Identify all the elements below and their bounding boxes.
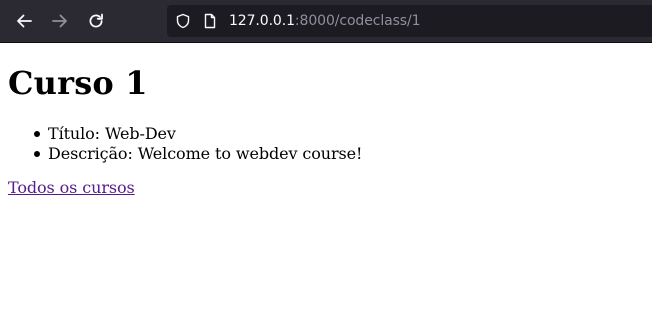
url-path: :8000/codeclass/1 [294,13,421,29]
all-courses-link[interactable]: Todos os cursos [8,178,135,197]
reload-icon[interactable] [84,9,108,33]
description-value: Welcome to webdev course! [137,144,363,163]
url-text[interactable]: 127.0.0.1:8000/codeclass/1 [229,5,421,37]
page-icon[interactable] [202,13,218,29]
list-item-title: Título: Web-Dev [34,124,644,144]
list-item-description: Descrição: Welcome to webdev course! [34,144,644,164]
browser-toolbar: 127.0.0.1:8000/codeclass/1 [0,0,652,43]
title-label: Título: [48,124,100,143]
url-bar[interactable]: 127.0.0.1:8000/codeclass/1 [167,5,652,37]
course-details-list: Título: Web-Dev Descrição: Welcome to we… [8,124,644,164]
shield-icon[interactable] [175,13,191,29]
url-host: 127.0.0.1 [229,13,295,29]
forward-arrow-icon[interactable] [48,9,72,33]
title-value: Web-Dev [104,124,176,143]
link-row: Todos os cursos [8,178,644,198]
description-label: Descrição: [48,144,133,163]
back-arrow-icon[interactable] [12,9,36,33]
page-title: Curso 1 [8,64,148,102]
page-content: Curso 1 Título: Web-Dev Descrição: Welco… [8,43,644,198]
